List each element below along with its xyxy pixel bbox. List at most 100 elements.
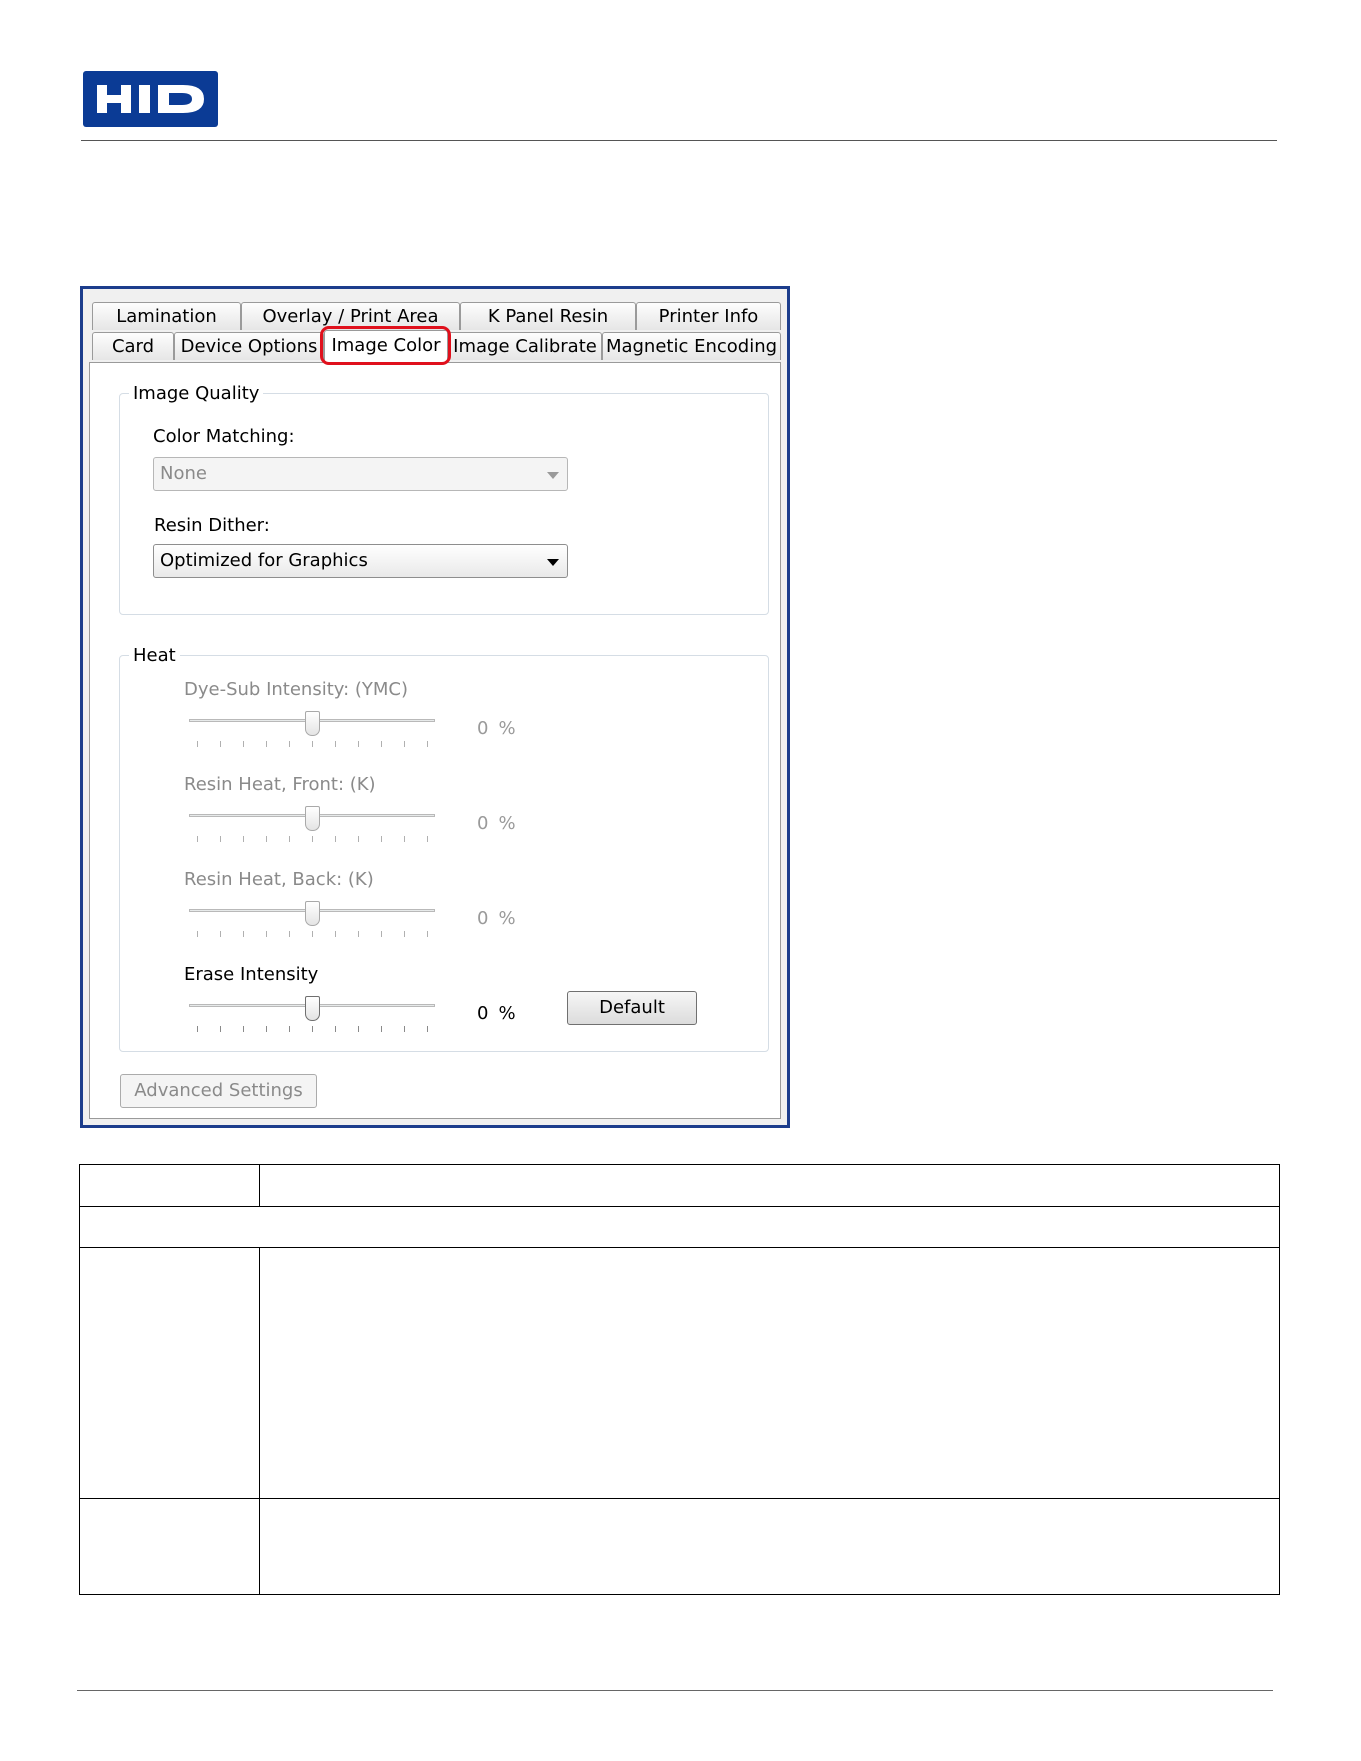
tab-k-panel-resin[interactable]: K Panel Resin — [460, 302, 636, 330]
slider-tick — [289, 741, 290, 747]
slider-tick — [266, 836, 267, 842]
slider-tick — [381, 836, 382, 842]
percent-unit: % — [498, 718, 516, 739]
slider-tick — [220, 836, 221, 842]
resin-heat-back-label: Resin Heat, Back: (K) — [184, 869, 374, 890]
slider-tick — [404, 1026, 405, 1032]
settings-description-table — [79, 1164, 1280, 1595]
slider-tick — [289, 836, 290, 842]
erase-intensity-slider[interactable] — [189, 996, 435, 1036]
footer-divider — [77, 1690, 1273, 1691]
slider-tick — [312, 836, 313, 842]
tab-printer-info[interactable]: Printer Info — [636, 302, 781, 330]
erase-intensity-label: Erase Intensity — [184, 964, 319, 985]
color-matching-label: Color Matching: — [153, 426, 295, 447]
slider-tick — [312, 741, 313, 747]
slider-tick — [266, 931, 267, 937]
resin-dither-label: Resin Dither: — [154, 515, 270, 536]
percent-unit: % — [498, 1003, 516, 1024]
slider-thumb[interactable] — [305, 996, 320, 1021]
slider-tick — [335, 1026, 336, 1032]
slider-tick — [243, 1026, 244, 1032]
slider-tick — [289, 1026, 290, 1032]
slider-tick — [266, 1026, 267, 1032]
chevron-down-icon — [547, 472, 559, 479]
slider-tick — [243, 741, 244, 747]
resin-heat-back-readout: 0% — [477, 908, 516, 930]
slider-tick — [427, 741, 428, 747]
slider-thumb[interactable] — [305, 806, 320, 831]
slider-tick — [381, 931, 382, 937]
tab-device-options[interactable]: Device Options — [174, 332, 324, 360]
percent-unit: % — [498, 908, 516, 929]
color-matching-value: None — [160, 463, 207, 484]
slider-tick — [289, 931, 290, 937]
table-cell — [259, 1498, 1280, 1595]
default-button[interactable]: Default — [567, 991, 697, 1025]
dye-sub-intensity-slider[interactable] — [189, 711, 435, 751]
slider-tick — [404, 931, 405, 937]
slider-tick — [381, 741, 382, 747]
color-matching-select[interactable]: None — [153, 457, 568, 491]
dye-sub-intensity-value: 0 — [477, 718, 489, 739]
tab-magnetic-encoding[interactable]: Magnetic Encoding — [602, 332, 781, 360]
table-cell — [259, 1164, 1280, 1207]
table-cell — [79, 1164, 260, 1207]
slider-tick — [404, 741, 405, 747]
slider-tick — [220, 741, 221, 747]
resin-dither-select[interactable]: Optimized for Graphics — [153, 544, 568, 578]
slider-tick — [197, 1026, 198, 1032]
resin-heat-back-value: 0 — [477, 908, 489, 929]
slider-tick — [335, 931, 336, 937]
slider-tick — [312, 931, 313, 937]
table-row — [79, 1498, 1280, 1595]
slider-tick — [335, 741, 336, 747]
chevron-down-icon — [547, 559, 559, 566]
table-row — [79, 1247, 1280, 1499]
image-quality-title: Image Quality — [129, 383, 264, 405]
tab-image-calibrate[interactable]: Image Calibrate — [448, 332, 602, 360]
hid-logo-mark — [97, 85, 204, 113]
erase-intensity-value: 0 — [477, 1003, 489, 1024]
dye-sub-intensity-label: Dye-Sub Intensity: (YMC) — [184, 679, 409, 700]
slider-tick — [243, 931, 244, 937]
slider-tick — [220, 931, 221, 937]
dye-sub-intensity-readout: 0% — [477, 718, 516, 740]
table-cell — [79, 1206, 1280, 1248]
slider-tick — [197, 741, 198, 747]
slider-tick — [358, 741, 359, 747]
hid-logo — [83, 71, 218, 127]
slider-tick — [358, 836, 359, 842]
tab-card[interactable]: Card — [92, 332, 174, 360]
advanced-settings-button[interactable]: Advanced Settings — [120, 1074, 317, 1108]
table-cell — [259, 1247, 1280, 1499]
slider-tick — [427, 1026, 428, 1032]
slider-tick — [404, 836, 405, 842]
table-cell — [79, 1247, 260, 1499]
slider-tick — [197, 931, 198, 937]
erase-intensity-readout: 0% — [477, 1003, 516, 1025]
resin-heat-front-readout: 0% — [477, 813, 516, 835]
slider-tick — [266, 741, 267, 747]
slider-tick — [335, 836, 336, 842]
slider-tick — [381, 1026, 382, 1032]
slider-thumb[interactable] — [305, 711, 320, 736]
percent-unit: % — [498, 813, 516, 834]
slider-tick — [243, 836, 244, 842]
slider-tick — [358, 931, 359, 937]
tab-lamination[interactable]: Lamination — [92, 302, 241, 330]
resin-heat-back-slider[interactable] — [189, 901, 435, 941]
table-header-row — [79, 1164, 1280, 1207]
slider-tick — [358, 1026, 359, 1032]
slider-tick — [427, 836, 428, 842]
table-cell — [79, 1498, 260, 1595]
slider-tick — [427, 931, 428, 937]
table-section-row — [79, 1206, 1280, 1248]
resin-heat-front-slider[interactable] — [189, 806, 435, 846]
resin-heat-front-value: 0 — [477, 813, 489, 834]
heat-title: Heat — [129, 645, 180, 667]
active-tab-highlight — [320, 326, 451, 365]
slider-tick — [312, 1026, 313, 1032]
slider-thumb[interactable] — [305, 901, 320, 926]
slider-tick — [197, 836, 198, 842]
